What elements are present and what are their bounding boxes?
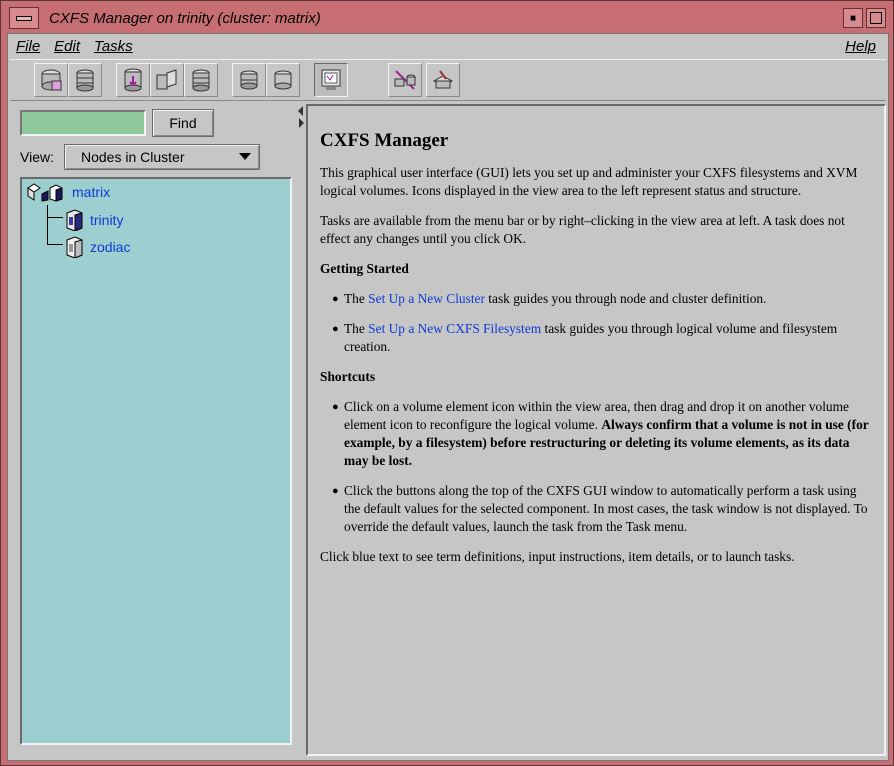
tree-node-label: zodiac [90, 239, 131, 255]
bullet-icon: ● [332, 323, 339, 335]
toolbar-cluster-button[interactable] [34, 63, 68, 97]
tree-node-label: trinity [90, 212, 124, 228]
find-input[interactable] [20, 110, 146, 136]
bullet-icon: ● [332, 293, 339, 305]
left-pane: Find View: Nodes in Cluster matrix trini… [10, 104, 294, 756]
minimize-button[interactable]: ■ [843, 8, 863, 28]
toolbar-filesystem-button[interactable] [68, 63, 102, 97]
toolbar-volume-element-button[interactable] [232, 63, 266, 97]
toolbar-monitor-button[interactable] [314, 63, 348, 97]
tree-view[interactable]: matrix trinity zodiac [20, 177, 292, 745]
details-pane: CXFS Manager This graphical user interfa… [306, 104, 886, 756]
list-item-text: Click on a volume element icon within th… [344, 398, 872, 470]
toolbar [10, 59, 886, 101]
window-menu-icon [16, 15, 32, 21]
menu-help[interactable]: Help [839, 38, 882, 55]
tree-node-zodiac[interactable]: zodiac [64, 236, 130, 258]
maximize-icon [870, 12, 882, 24]
text-fragment: task guides you through node and cluster… [484, 291, 767, 306]
list-item: ● Click on a volume element icon within … [320, 398, 872, 470]
window-menu-button[interactable] [9, 7, 39, 29]
chevron-down-icon [239, 153, 251, 160]
disk-stack-icon [192, 69, 210, 92]
filesystem-icon [76, 69, 94, 92]
collapse-left-icon[interactable] [298, 106, 303, 116]
tree-node-trinity[interactable]: trinity [64, 209, 123, 231]
toolbar-network-button[interactable] [388, 63, 422, 97]
list-item: ● Click the buttons along the top of the… [320, 482, 872, 536]
title-bar[interactable]: CXFS Manager on trinity (cluster: matrix… [5, 5, 889, 31]
menu-tasks[interactable]: Tasks [88, 38, 139, 55]
server-node-icon [66, 236, 83, 258]
toolbar-tools-button[interactable] [426, 63, 460, 97]
toolbar-slice-button[interactable] [150, 63, 184, 97]
view-label: View: [20, 149, 54, 165]
app-window: CXFS Manager on trinity (cluster: matrix… [0, 0, 894, 766]
tree-connector [47, 217, 63, 218]
tree-node-cluster[interactable]: matrix [26, 182, 110, 202]
maximize-button[interactable] [866, 8, 886, 28]
tasks-paragraph: Tasks are available from the menu bar or… [320, 213, 845, 246]
list-item-text: The Set Up a New CXFS Filesystem task gu… [344, 320, 872, 356]
bullet-icon: ● [332, 485, 339, 497]
getting-started-heading: Getting Started [320, 261, 409, 276]
collapse-right-icon[interactable] [299, 118, 304, 128]
toolbar-volume-button[interactable] [116, 63, 150, 97]
setup-cluster-link[interactable]: Set Up a New Cluster [368, 291, 485, 306]
menu-bar: File Edit Tasks Help [8, 34, 888, 58]
footer-paragraph: Click blue text to see term definitions,… [320, 549, 795, 564]
window-title: CXFS Manager on trinity (cluster: matrix… [49, 9, 321, 27]
text-fragment: The [344, 291, 369, 306]
find-button[interactable]: Find [152, 109, 214, 137]
pane-splitter[interactable] [296, 104, 306, 756]
view-select-value: Nodes in Cluster [81, 149, 185, 165]
list-item-text: Click the buttons along the top of the C… [344, 483, 868, 534]
bullet-icon: ● [332, 401, 339, 413]
setup-filesystem-link[interactable]: Set Up a New CXFS Filesystem [368, 321, 541, 336]
view-select[interactable]: Nodes in Cluster [64, 144, 260, 170]
slice-icon [156, 69, 177, 90]
list-item: ● The Set Up a New Cluster task guides y… [320, 290, 872, 308]
server-node-icon [66, 209, 83, 231]
tree-connector [47, 205, 48, 245]
shortcuts-heading: Shortcuts [320, 369, 376, 384]
list-item-text: The Set Up a New Cluster task guides you… [344, 290, 766, 308]
client-area: File Edit Tasks Help Find View: Nodes in… [7, 33, 889, 761]
cluster-node-icon [27, 183, 63, 202]
network-icon [394, 70, 416, 90]
tools-icon [432, 70, 454, 89]
menu-file[interactable]: File [10, 38, 46, 55]
cluster-config-icon [41, 69, 62, 91]
monitor-icon [321, 69, 341, 90]
text-fragment: The [344, 321, 369, 336]
list-item: ● The Set Up a New CXFS Filesystem task … [320, 320, 872, 356]
volume-element-icon [240, 70, 258, 90]
disk-icon [274, 70, 292, 90]
intro-paragraph: This graphical user interface (GUI) lets… [320, 165, 858, 198]
menu-edit[interactable]: Edit [48, 38, 86, 55]
volume-icon [124, 68, 142, 92]
details-title: CXFS Manager [320, 130, 449, 151]
minimize-icon: ■ [849, 12, 857, 24]
tree-node-label: matrix [72, 184, 111, 200]
tree-connector [47, 244, 63, 245]
toolbar-disk-button[interactable] [266, 63, 300, 97]
toolbar-disks-button[interactable] [184, 63, 218, 97]
